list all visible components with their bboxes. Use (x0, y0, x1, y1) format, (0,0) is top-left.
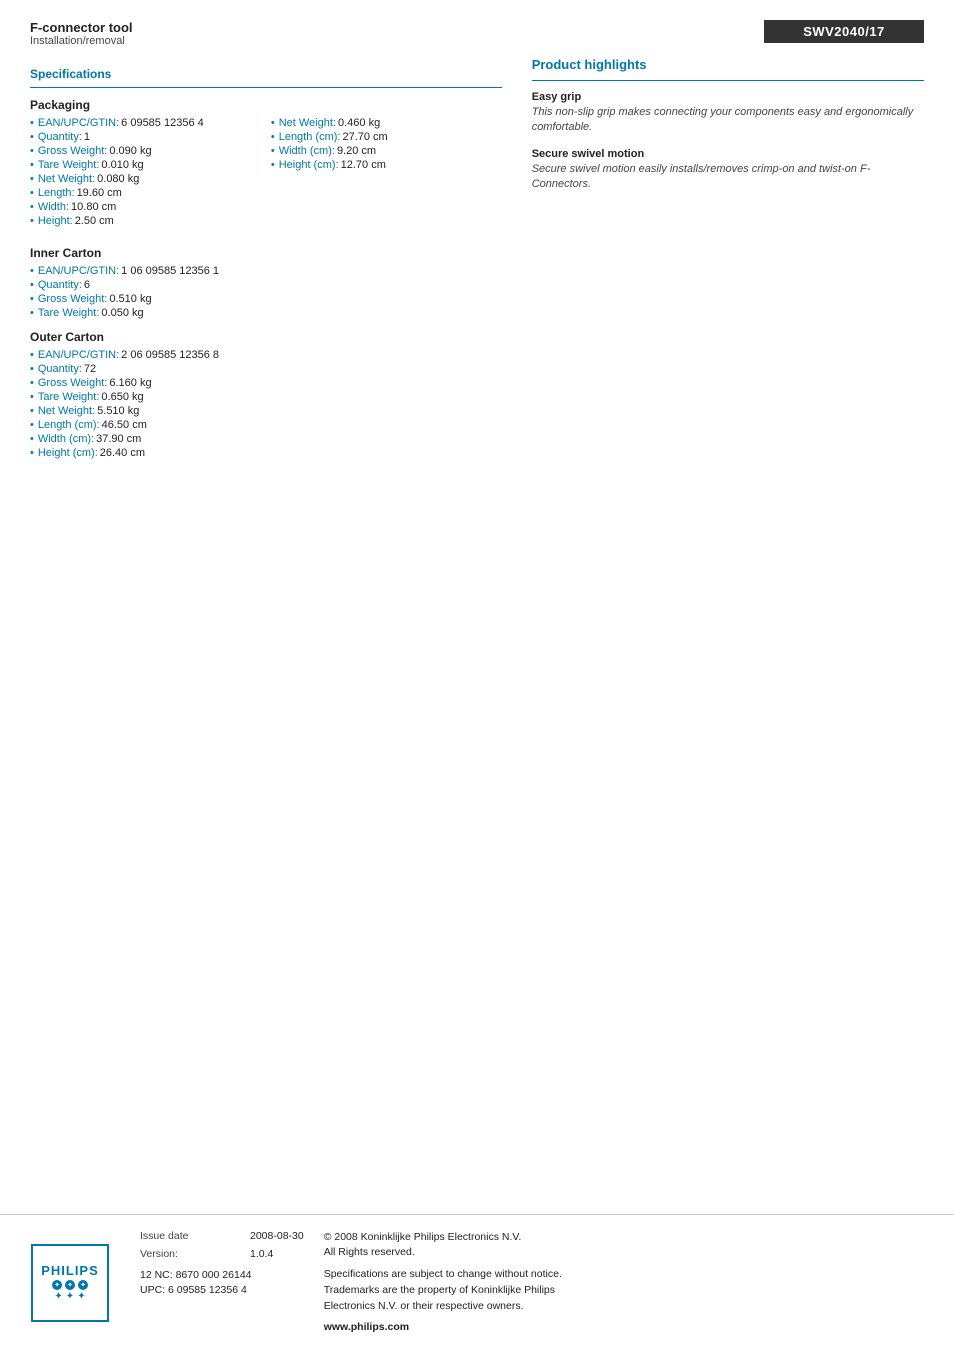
logo-philips-text: PHILIPS (41, 1263, 99, 1278)
footer-issue-date-label: Issue date (140, 1230, 250, 1242)
packaging-item-7: Width:10.80 cm (30, 200, 261, 214)
logo-stars: ✦ ✦ ✦ (54, 1291, 85, 1302)
footer-upc-text: UPC: 6 09585 12356 4 (140, 1283, 304, 1299)
packaging2-item-1: Net Weight:0.460 kg (271, 116, 502, 130)
left-column: Specifications Packaging EAN/UPC/GTIN:6 … (30, 57, 522, 468)
inner-item-3: Gross Weight:0.510 kg (30, 292, 502, 306)
highlight-item-2: Secure swivel motion Secure swivel motio… (532, 148, 924, 193)
highlight-desc-1: This non-slip grip makes connecting your… (532, 105, 924, 136)
header-left: F-connector tool Installation/removal (30, 20, 133, 47)
outer-item-1: EAN/UPC/GTIN:2 06 09585 12356 8 (30, 348, 502, 362)
logo-star-1: ✦ (54, 1291, 62, 1302)
main-layout: Specifications Packaging EAN/UPC/GTIN:6 … (30, 57, 924, 468)
footer-issue-date-value: 2008-08-30 (250, 1230, 304, 1242)
highlight-desc-2: Secure swivel motion easily installs/rem… (532, 162, 924, 193)
footer-version-row: Version: 1.0.4 (140, 1248, 304, 1260)
logo-circles: ✦ ✦ ✦ (52, 1280, 88, 1290)
outer-item-8: Height (cm):26.40 cm (30, 446, 502, 460)
logo-circle-3: ✦ (78, 1280, 88, 1290)
packaging2-item-3: Width (cm):9.20 cm (271, 144, 502, 158)
packaging-list: EAN/UPC/GTIN:6 09585 12356 4 Quantity:1 … (30, 116, 261, 228)
packaging-item-3: Gross Weight:0.090 kg (30, 144, 261, 158)
footer-nc-text: 12 NC: 8670 000 26144 (140, 1268, 304, 1284)
footer-right-info: © 2008 Koninklijke Philips Electronics N… (324, 1230, 924, 1337)
outer-item-3: Gross Weight:6.160 kg (30, 376, 502, 390)
outer-item-7: Width (cm):37.90 cm (30, 432, 502, 446)
footer-nc: 12 NC: 8670 000 26144 UPC: 6 09585 12356… (140, 1268, 304, 1300)
specs-divider (30, 87, 502, 88)
header: F-connector tool Installation/removal SW… (30, 20, 924, 47)
product-subtitle: Installation/removal (30, 35, 133, 47)
packaging-item-6: Length:19.60 cm (30, 186, 261, 200)
logo-box: PHILIPS ✦ ✦ ✦ ✦ ✦ ✦ (31, 1244, 109, 1322)
packaging-item-5: Net Weight:0.080 kg (30, 172, 261, 186)
inner-item-1: EAN/UPC/GTIN:1 06 09585 12356 1 (30, 264, 502, 278)
logo-star-3: ✦ (77, 1291, 85, 1302)
outer-item-6: Length (cm):46.50 cm (30, 418, 502, 432)
footer-specs-note: Specifications are subject to change wit… (324, 1267, 924, 1314)
packaging-item-2: Quantity:1 (30, 130, 261, 144)
outer-carton-heading: Outer Carton (30, 330, 502, 344)
philips-logo: PHILIPS ✦ ✦ ✦ ✦ ✦ ✦ (30, 1243, 110, 1323)
logo-circle-1: ✦ (52, 1280, 62, 1290)
outer-item-4: Tare Weight:0.650 kg (30, 390, 502, 404)
highlights-divider (532, 80, 924, 81)
packaging-item-8: Height:2.50 cm (30, 214, 261, 228)
inner-carton-heading: Inner Carton (30, 246, 502, 260)
packaging-list-2: Net Weight:0.460 kg Length (cm):27.70 cm… (271, 116, 502, 172)
packaging-item-1: EAN/UPC/GTIN:6 09585 12356 4 (30, 116, 261, 130)
highlight-item-1: Easy grip This non-slip grip makes conne… (532, 91, 924, 136)
logo-circle-2: ✦ (65, 1280, 75, 1290)
outer-col1: EAN/UPC/GTIN:2 06 09585 12356 8 Quantity… (30, 348, 502, 468)
footer-version-label: Version: (140, 1248, 250, 1260)
footer-website: www.philips.com (324, 1320, 924, 1336)
footer-version-value: 1.0.4 (250, 1248, 273, 1260)
packaging-col1: EAN/UPC/GTIN:6 09585 12356 4 Quantity:1 … (30, 116, 261, 236)
footer-copyright: © 2008 Koninklijke Philips Electronics N… (324, 1230, 924, 1262)
outer-item-2: Quantity:72 (30, 362, 502, 376)
outer-item-5: Net Weight:5.510 kg (30, 404, 502, 418)
footer-issue-date-row: Issue date 2008-08-30 (140, 1230, 304, 1242)
page-container: F-connector tool Installation/removal SW… (0, 0, 954, 1351)
product-highlights-heading: Product highlights (532, 57, 924, 72)
product-id-box: SWV2040/17 (764, 20, 924, 43)
highlight-title-2: Secure swivel motion (532, 148, 924, 160)
packaging-specs: EAN/UPC/GTIN:6 09585 12356 4 Quantity:1 … (30, 116, 502, 236)
footer: PHILIPS ✦ ✦ ✦ ✦ ✦ ✦ (0, 1214, 954, 1351)
outer-carton-specs: EAN/UPC/GTIN:2 06 09585 12356 8 Quantity… (30, 348, 502, 468)
outer-carton-list: EAN/UPC/GTIN:2 06 09585 12356 8 Quantity… (30, 348, 502, 460)
packaging-col2: Net Weight:0.460 kg Length (cm):27.70 cm… (271, 116, 502, 236)
packaging-heading: Packaging (30, 98, 502, 112)
product-title: F-connector tool (30, 20, 133, 35)
specifications-heading: Specifications (30, 67, 502, 81)
packaging2-item-4: Height (cm):12.70 cm (271, 158, 502, 172)
right-column: Product highlights Easy grip This non-sl… (522, 57, 924, 468)
logo-star-2: ✦ (66, 1291, 74, 1302)
packaging2-item-2: Length (cm):27.70 cm (271, 130, 502, 144)
footer-info: Issue date 2008-08-30 Version: 1.0.4 12 … (140, 1230, 924, 1337)
packaging-item-4: Tare Weight:0.010 kg (30, 158, 261, 172)
inner-item-2: Quantity:6 (30, 278, 502, 292)
footer-left-info: Issue date 2008-08-30 Version: 1.0.4 12 … (140, 1230, 304, 1337)
highlight-title-1: Easy grip (532, 91, 924, 103)
inner-carton-list: EAN/UPC/GTIN:1 06 09585 12356 1 Quantity… (30, 264, 502, 320)
inner-item-4: Tare Weight:0.050 kg (30, 306, 502, 320)
